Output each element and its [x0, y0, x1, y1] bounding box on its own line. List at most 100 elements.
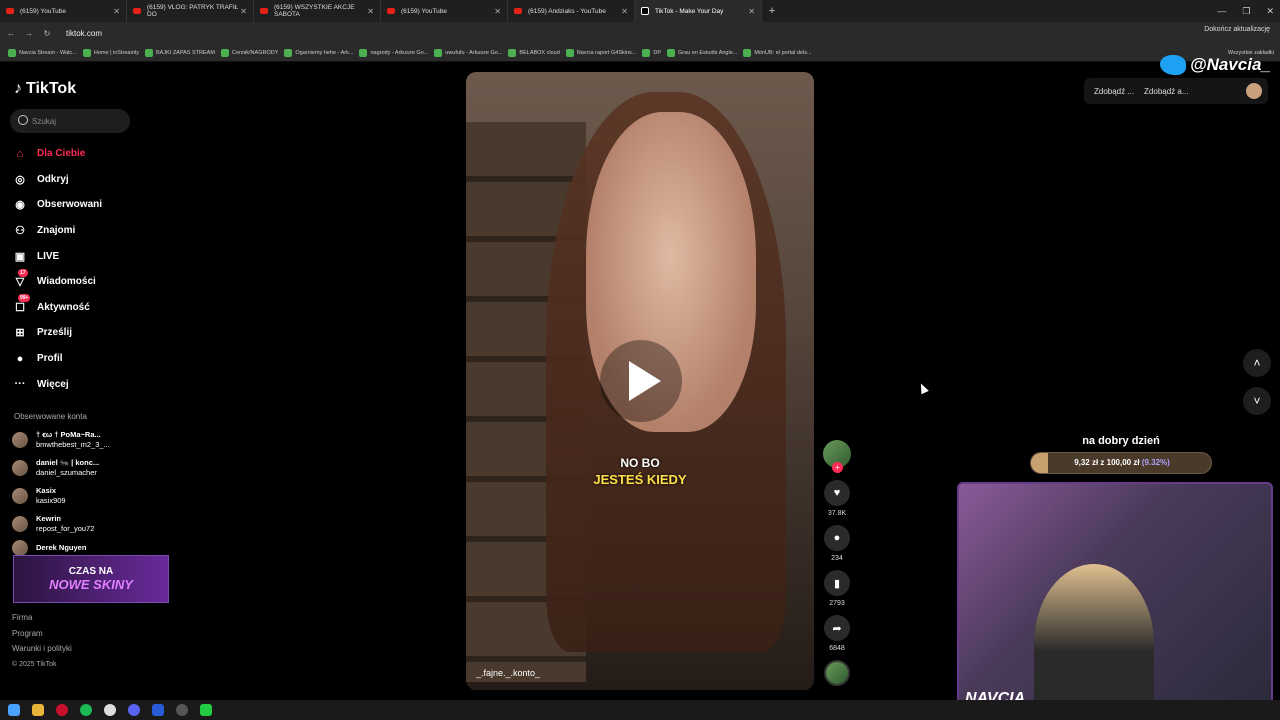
bookmark-icon	[667, 48, 676, 57]
followed-account[interactable]: Derek Nguyen	[12, 540, 142, 556]
bookmark-item[interactable]: BELABOX cloud	[508, 48, 560, 57]
sidebar-item-activity[interactable]: ☐ 99+ Aktywność	[12, 294, 162, 321]
search-icon	[18, 115, 28, 125]
tiktok-logo[interactable]: ♪ TikTok	[14, 80, 76, 98]
close-icon[interactable]: ✕	[113, 7, 120, 16]
close-icon[interactable]: ✕	[240, 7, 247, 16]
get-coins-button[interactable]: Zdobądź ...	[1094, 87, 1134, 96]
sidebar-item-for-you[interactable]: ⌂ Dla Ciebie	[12, 141, 162, 167]
avatar	[12, 432, 28, 448]
sidebar-item-messages[interactable]: ▽ 17 Wiadomości	[12, 268, 162, 295]
activity-badge: 99+	[18, 294, 31, 303]
upload-icon: ⊞	[15, 327, 25, 340]
avatar	[12, 516, 28, 532]
bookmark-item[interactable]: Navcia raport G4Skins...	[565, 48, 636, 57]
heart-icon[interactable]: ♥	[824, 480, 850, 506]
author-avatar[interactable]: +	[823, 440, 851, 473]
avatar[interactable]	[1246, 83, 1262, 99]
file-explorer-icon[interactable]	[32, 704, 44, 716]
twitter-bird-icon	[1160, 55, 1186, 75]
sidebar-item-following[interactable]: ◉ Obserwowani	[12, 192, 162, 218]
followed-account[interactable]: † ꞓω † PoMa~Ra... bmwthebest_m2_3_...	[12, 430, 142, 450]
bookmark-icon	[359, 48, 368, 57]
tiktok-icon	[641, 7, 649, 15]
video-author[interactable]: _.fajne._.konto_	[476, 668, 540, 678]
compass-icon: ◎	[15, 173, 25, 186]
bookmark-item[interactable]: BAJKI ZAPAS STREAM	[145, 48, 215, 57]
sidebar-footer: Firma Program Warunki i polityki © 2025 …	[12, 610, 72, 672]
reload-icon[interactable]: ↻	[40, 29, 54, 38]
bookmark-item[interactable]: DP	[642, 48, 661, 57]
discord-icon[interactable]	[128, 704, 140, 716]
sidebar-item-friends[interactable]: ⚇ Znajomi	[12, 218, 162, 244]
new-tab-button[interactable]: +	[762, 5, 782, 17]
comment-icon[interactable]: ●	[824, 525, 850, 551]
close-icon[interactable]: ✕	[621, 7, 628, 16]
browser-tab[interactable]: (6159) YouTube ✕	[0, 0, 127, 22]
youtube-icon	[387, 8, 395, 14]
sidebar-item-upload[interactable]: ⊞ Prześlij	[12, 320, 162, 346]
messages-badge: 17	[18, 268, 28, 277]
share-icon[interactable]: ➦	[824, 615, 850, 641]
bookmark-item[interactable]: MónUB: el portal dels...	[743, 48, 812, 57]
opera-icon[interactable]	[56, 704, 68, 716]
footer-link-terms[interactable]: Warunki i polityki	[12, 641, 72, 657]
twitter-handle-overlay: @Navcia_	[1160, 55, 1271, 75]
goal-progress-text: 9,32 zł z 100,00 zł (9.32%)	[1074, 458, 1170, 467]
close-icon[interactable]: ✕	[748, 7, 755, 16]
close-icon[interactable]: ✕	[367, 7, 374, 16]
start-menu-icon[interactable]	[8, 704, 20, 716]
followed-account[interactable]: daniel 🐜 | konc... daniel_szumacher	[12, 458, 142, 478]
bookmark-icon[interactable]: ▮	[824, 570, 850, 596]
followed-account[interactable]: Kewrin repost_for_you72	[12, 514, 142, 534]
footer-link-program[interactable]: Program	[12, 626, 72, 642]
tab-title: (6159) Andziaks - YouTube	[528, 7, 606, 15]
back-icon[interactable]: ←	[4, 29, 18, 38]
spotify-icon[interactable]	[80, 704, 92, 716]
sidebar-menu: ⌂ Dla Ciebie ◎ Odkryj ◉ Obserwowani ⚇ Znajom…	[12, 141, 162, 397]
bitwarden-icon[interactable]	[152, 704, 164, 716]
minimize-icon[interactable]: —	[1217, 6, 1226, 16]
bookmark-item[interactable]: Navcia Stream - Watc...	[8, 48, 77, 57]
bookmark-item[interactable]: Cennik/NAGRODY	[220, 48, 278, 57]
tab-title: (6159) YouTube	[20, 7, 67, 15]
close-icon[interactable]: ✕	[494, 7, 501, 16]
chrome-icon[interactable]	[104, 704, 116, 716]
bookmark-item[interactable]: Grau en Estudis Angle...	[667, 48, 737, 57]
music-disc-icon[interactable]	[824, 660, 850, 686]
play-button[interactable]	[600, 340, 682, 422]
footer-link-company[interactable]: Firma	[12, 610, 72, 626]
forward-icon[interactable]: →	[22, 29, 36, 38]
followed-account[interactable]: Kasix kasix909	[12, 486, 142, 506]
browser-tab[interactable]: (6159) Andziaks - YouTube ✕	[508, 0, 635, 22]
next-video-button[interactable]: ˅	[1243, 387, 1271, 415]
browser-tab[interactable]: (6159) YouTube ✕	[381, 0, 508, 22]
close-window-icon[interactable]: ✕	[1266, 6, 1274, 17]
video-player[interactable]: NO BO JESTEŚ KIEDY _.fajne._.konto_	[466, 72, 814, 690]
browser-tab-active[interactable]: TikTok - Make Your Day ✕	[635, 0, 762, 22]
search-input[interactable]: Szukaj	[10, 109, 130, 133]
copyright: © 2025 TikTok	[12, 660, 57, 668]
bookmark-item[interactable]: Ogarniemy hehe - Ark...	[284, 48, 353, 57]
bookmarks-bar: Navcia Stream - Watc... Home | inStreaml…	[0, 44, 1280, 62]
get-app-button[interactable]: Zdobądź a...	[1144, 87, 1188, 96]
update-button[interactable]: Dokończ aktualizację	[1204, 26, 1270, 33]
browser-tab[interactable]: (6159) VLOG: PATRYK TRAFIŁ DO ✕	[127, 0, 254, 22]
bookmark-item[interactable]: Home | inStreamly	[82, 48, 139, 57]
url-input[interactable]: tiktok.com	[66, 29, 102, 38]
bookmark-item[interactable]: nagrody - Arkusze Go...	[359, 48, 428, 57]
youtube-icon	[133, 8, 141, 14]
app-icon[interactable]	[200, 704, 212, 716]
maximize-icon[interactable]: ❐	[1242, 6, 1250, 17]
sidebar-item-more[interactable]: ··· Więcej	[12, 371, 162, 397]
obs-icon[interactable]	[176, 704, 188, 716]
follow-plus-icon[interactable]: +	[832, 462, 843, 473]
sidebar-item-profile[interactable]: ● Profil	[12, 346, 162, 372]
sidebar-item-live[interactable]: ▣ LIVE	[12, 243, 162, 269]
bookmark-item[interactable]: uwufufu - Arkusze Go...	[434, 48, 502, 57]
avatar	[12, 460, 28, 476]
previous-video-button[interactable]: ˄	[1243, 349, 1271, 377]
sidebar-item-explore[interactable]: ◎ Odkryj	[12, 167, 162, 193]
browser-tab[interactable]: (6159) WSZYSTKIE AKCJE SABOTA ✕	[254, 0, 381, 22]
bookmark-count: 2793	[829, 600, 845, 607]
